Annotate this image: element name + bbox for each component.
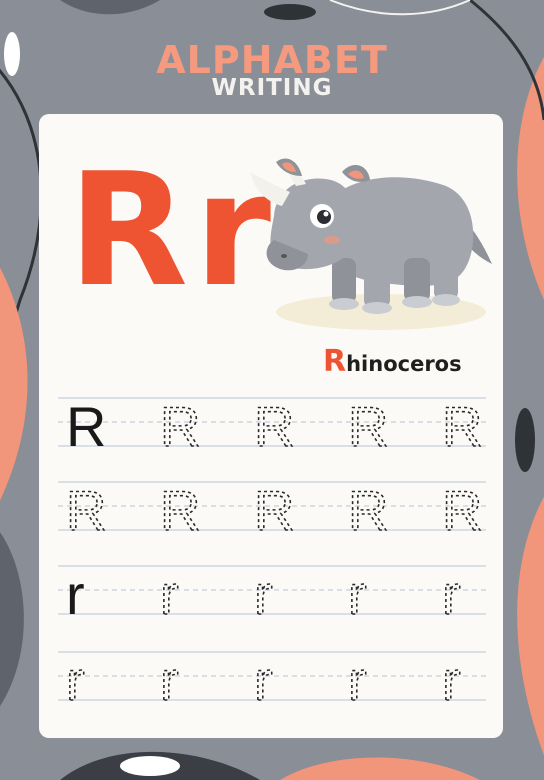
rhinoceros-illustration xyxy=(250,158,492,330)
page-subtitle: WRITING xyxy=(211,75,333,101)
animal-word-initial: R xyxy=(323,344,347,379)
animal-word: Rhinoceros xyxy=(323,344,462,379)
animal-word-rest: hinoceros xyxy=(346,352,462,376)
